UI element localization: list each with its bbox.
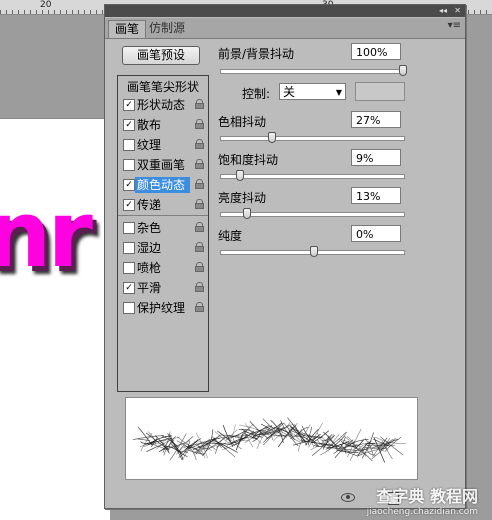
brush-option-row[interactable]: ✓ 颜色动态 — [118, 176, 208, 194]
option-label: 平滑 — [137, 281, 162, 295]
lock-icon[interactable] — [195, 159, 204, 170]
option-checkbox[interactable] — [123, 159, 135, 171]
option-label: 喷枪 — [137, 261, 162, 275]
option-checkbox[interactable] — [123, 262, 135, 274]
stroke-preview-graphic — [133, 417, 406, 463]
lock-icon[interactable] — [195, 262, 204, 273]
brightness-jitter-label: 亮度抖动 — [218, 191, 267, 205]
pink-text-artwork: nr — [0, 181, 93, 288]
option-checkbox[interactable] — [123, 222, 135, 234]
slider-thumb[interactable] — [236, 170, 245, 181]
brush-option-row[interactable]: ✓ 形状动态 — [118, 96, 208, 114]
ruler-tick: 20 — [40, 0, 52, 10]
brush-option-row[interactable]: 纹理 — [118, 136, 208, 154]
saturation-jitter-slider[interactable] — [220, 170, 405, 181]
option-checkbox[interactable] — [123, 242, 135, 254]
slider-thumb[interactable] — [243, 208, 252, 219]
brush-options-list: 画笔笔尖形状 ✓ 形状动态 ✓ 散布 纹理 双重画笔 ✓ 颜色动态 ✓ 传递 杂色 湿边 喷枪 ✓ 平滑 保护… — [117, 75, 209, 392]
brush-option-row[interactable]: ✓ 散布 — [118, 116, 208, 134]
brush-option-row[interactable]: 杂色 — [118, 219, 208, 237]
option-checkbox[interactable]: ✓ — [123, 199, 135, 211]
panel-menu-icon[interactable]: ▾≡ — [448, 20, 461, 31]
lock-icon[interactable] — [195, 242, 204, 253]
dropdown-arrow-icon: ▼ — [335, 88, 342, 97]
hue-jitter-slider[interactable] — [220, 132, 405, 143]
option-label: 形状动态 — [137, 98, 186, 112]
option-label: 纹理 — [137, 138, 162, 152]
lock-icon[interactable] — [195, 119, 204, 130]
document-canvas[interactable]: nr — [0, 118, 110, 520]
brush-tip-shape-item[interactable]: 画笔笔尖形状 — [118, 78, 208, 95]
lock-icon[interactable] — [195, 99, 204, 110]
collapse-icon[interactable]: ◂◂ — [439, 5, 447, 17]
brush-option-row[interactable]: ✓ 平滑 — [118, 279, 208, 297]
option-checkbox[interactable]: ✓ — [123, 179, 135, 191]
watermark-url: jiaocheng.chazidian.com — [366, 507, 478, 517]
fg-bg-jitter-label: 前景/背景抖动 — [218, 47, 295, 61]
slider-thumb[interactable] — [268, 132, 277, 143]
control-select-value: 关 — [283, 85, 296, 99]
purity-label: 纯度 — [218, 229, 243, 243]
option-checkbox[interactable]: ✓ — [123, 282, 135, 294]
tab-brush[interactable]: 画笔 — [108, 20, 147, 38]
brush-option-row[interactable]: 喷枪 — [118, 259, 208, 277]
brush-stroke-preview — [125, 397, 418, 480]
option-checkbox[interactable]: ✓ — [123, 119, 135, 131]
control-value-field — [355, 82, 405, 101]
list-divider — [118, 215, 208, 216]
hue-jitter-label: 色相抖动 — [218, 115, 267, 129]
toggle-live-tip-icon[interactable] — [341, 493, 355, 502]
brightness-jitter-field[interactable]: 13% — [351, 187, 401, 204]
lock-icon[interactable] — [195, 199, 204, 210]
brush-presets-button[interactable]: 画笔预设 — [122, 46, 200, 65]
control-select[interactable]: 关 ▼ — [279, 83, 346, 100]
lock-icon[interactable] — [195, 179, 204, 190]
lock-icon[interactable] — [195, 282, 204, 293]
option-label: 传递 — [137, 198, 162, 212]
slider-thumb[interactable] — [309, 246, 318, 257]
lock-icon[interactable] — [195, 222, 204, 233]
option-checkbox[interactable]: ✓ — [123, 99, 135, 111]
brush-option-row[interactable]: 保护纹理 — [118, 299, 208, 317]
panel-titlebar[interactable]: ◂◂ ✕ — [105, 5, 465, 17]
fg-bg-jitter-field[interactable]: 100% — [351, 43, 401, 60]
brush-option-row[interactable]: ✓ 传递 — [118, 196, 208, 214]
option-checkbox[interactable] — [123, 139, 135, 151]
fg-bg-jitter-slider[interactable] — [220, 65, 407, 76]
slider-thumb[interactable] — [399, 65, 407, 76]
close-icon[interactable]: ✕ — [454, 5, 461, 17]
saturation-jitter-field[interactable]: 9% — [351, 149, 401, 166]
brush-option-row[interactable]: 湿边 — [118, 239, 208, 257]
tab-clone-source[interactable]: 仿制源 — [143, 20, 191, 37]
brush-option-row[interactable]: 双重画笔 — [118, 156, 208, 174]
option-label: 湿边 — [137, 241, 162, 255]
brightness-jitter-slider[interactable] — [220, 208, 405, 219]
lock-icon[interactable] — [195, 302, 204, 313]
control-label: 控制: — [242, 87, 271, 101]
hue-jitter-field[interactable]: 27% — [351, 111, 401, 128]
purity-field[interactable]: 0% — [351, 225, 401, 242]
option-label: 双重画笔 — [137, 158, 186, 172]
lock-icon[interactable] — [195, 139, 204, 150]
panel-tabs: 画笔 仿制源 ▾≡ — [105, 18, 465, 39]
option-label: 颜色动态 — [135, 177, 190, 193]
brush-panel: ◂◂ ✕ 画笔 仿制源 ▾≡ 画笔预设 画笔笔尖形状 ✓ 形状动态 ✓ 散布 纹理 双重画… — [104, 4, 466, 509]
option-label: 散布 — [137, 118, 162, 132]
purity-slider[interactable] — [220, 246, 405, 257]
option-label: 保护纹理 — [137, 301, 186, 315]
watermark-title: 查字典 教程网 — [376, 487, 478, 506]
watermark: 查字典 教程网 jiaocheng.chazidian.com — [367, 483, 478, 517]
option-label: 杂色 — [137, 221, 162, 235]
option-checkbox[interactable] — [123, 302, 135, 314]
saturation-jitter-label: 饱和度抖动 — [218, 153, 279, 167]
